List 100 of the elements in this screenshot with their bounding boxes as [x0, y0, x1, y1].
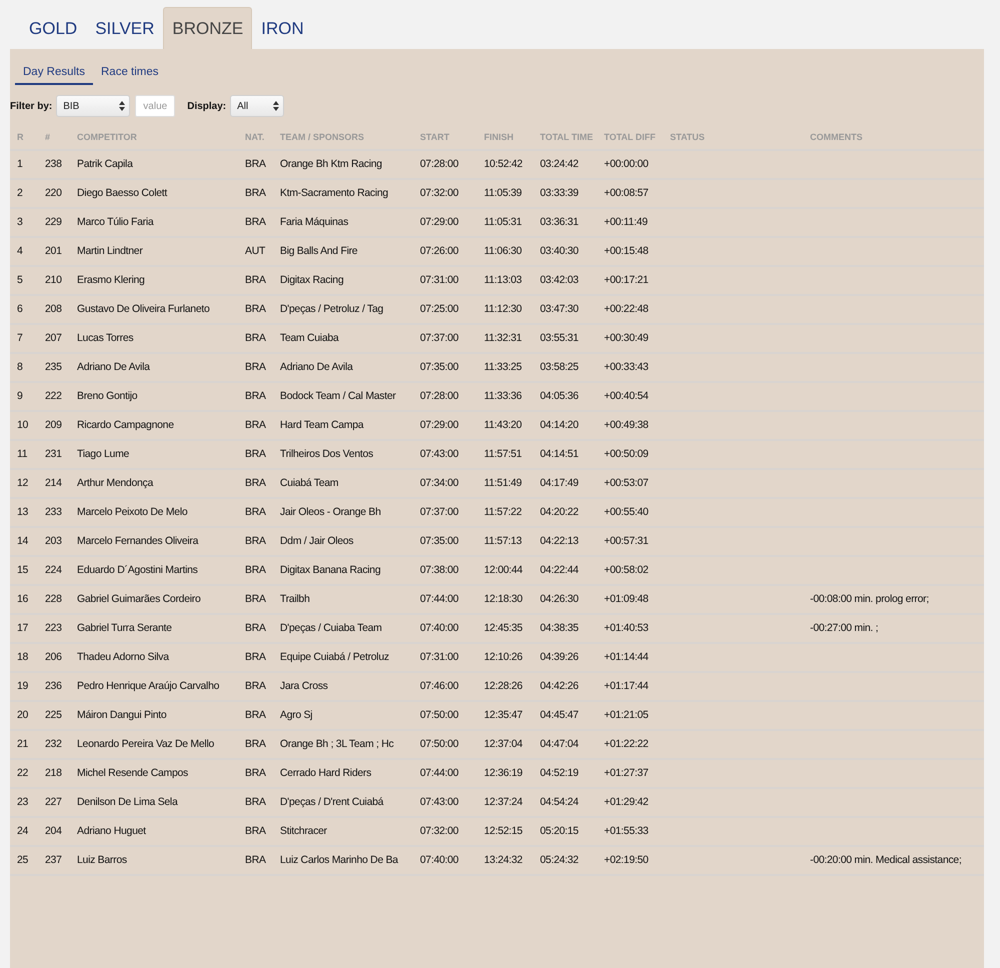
table-cell: BRA	[238, 324, 273, 353]
table-cell: 14	[10, 527, 38, 556]
table-cell: 223	[38, 614, 70, 643]
table-cell: 224	[38, 556, 70, 585]
table-cell: Digitax Banana Racing	[273, 556, 413, 585]
table-cell: +00:57:31	[597, 527, 663, 556]
table-cell: +00:49:38	[597, 411, 663, 440]
table-cell: 04:38:35	[533, 614, 597, 643]
table-cell: Adriano De Avila	[273, 353, 413, 382]
table-cell: Tiago Lume	[70, 440, 238, 469]
table-cell: BRA	[238, 759, 273, 788]
table-cell: 2	[10, 179, 38, 208]
table-cell: 04:47:04	[533, 730, 597, 759]
column-header: TOTAL TIME	[533, 126, 597, 150]
table-cell: +01:29:42	[597, 788, 663, 817]
table-cell: 24	[10, 817, 38, 846]
table-cell: Jair Oleos - Orange Bh	[273, 498, 413, 527]
table-cell: +00:17:21	[597, 266, 663, 295]
results-tab[interactable]: Day Results	[15, 62, 93, 85]
table-cell: Bodock Team / Cal Master	[273, 382, 413, 411]
table-cell: 03:36:31	[533, 208, 597, 237]
table-cell: 18	[10, 643, 38, 672]
category-tab[interactable]: SILVER	[86, 7, 164, 49]
table-cell: +00:08:57	[597, 179, 663, 208]
column-header: TOTAL DIFF	[597, 126, 663, 150]
column-header: #	[38, 126, 70, 150]
table-cell: BRA	[238, 701, 273, 730]
table-cell: 6	[10, 295, 38, 324]
table-cell: BRA	[238, 150, 273, 179]
table-cell: +01:55:33	[597, 817, 663, 846]
table-cell: 229	[38, 208, 70, 237]
table-cell: +00:40:54	[597, 382, 663, 411]
category-tab[interactable]: IRON	[252, 7, 313, 49]
table-cell: 19	[10, 672, 38, 701]
table-cell: +00:11:49	[597, 208, 663, 237]
table-cell: 03:47:30	[533, 295, 597, 324]
table-cell: 04:22:13	[533, 527, 597, 556]
table-cell: +01:17:44	[597, 672, 663, 701]
table-cell: 13	[10, 498, 38, 527]
table-cell: Adriano Huguet	[70, 817, 238, 846]
sort-arrows-icon	[119, 101, 126, 111]
table-cell: 03:42:03	[533, 266, 597, 295]
table-cell: BRA	[238, 556, 273, 585]
table-cell: 04:39:26	[533, 643, 597, 672]
table-cell: Cuiabá Team	[273, 469, 413, 498]
table-cell: 03:33:39	[533, 179, 597, 208]
table-cell: BRA	[238, 411, 273, 440]
table-cell: D'peças / Petroluz / Tag	[273, 295, 413, 324]
results-tab[interactable]: Race times	[93, 62, 167, 85]
table-cell: 07:46:00	[413, 672, 477, 701]
table-cell: Luiz Barros	[70, 846, 238, 875]
table-cell: 10	[10, 411, 38, 440]
table-cell: BRA	[238, 672, 273, 701]
table-cell: 23	[10, 788, 38, 817]
category-tab[interactable]: BRONZE	[163, 7, 252, 49]
table-cell: 17	[10, 614, 38, 643]
table-cell: 5	[10, 266, 38, 295]
table-cell: Diego Baesso Colett	[70, 179, 238, 208]
table-cell: 16	[10, 585, 38, 614]
table-cell: 03:58:25	[533, 353, 597, 382]
table-cell: 05:20:15	[533, 817, 597, 846]
category-tab[interactable]: GOLD	[20, 7, 86, 49]
table-cell: Eduardo D´Agostini Martins	[70, 556, 238, 585]
table-cell: 206	[38, 643, 70, 672]
table-cell: Equipe Cuiabá / Petroluz	[273, 643, 413, 672]
table-cell: 07:29:00	[413, 208, 477, 237]
table-cell: 12:35:47	[477, 701, 533, 730]
table-cell: 07:31:00	[413, 266, 477, 295]
table-cell: +02:19:50	[597, 846, 663, 875]
dropdown[interactable]: BIB	[56, 95, 130, 117]
table-cell: Thadeu Adorno Silva	[70, 643, 238, 672]
table-cell: 231	[38, 440, 70, 469]
table-cell: 8	[10, 353, 38, 382]
table-cell: 07:25:00	[413, 295, 477, 324]
table-cell: +01:22:22	[597, 730, 663, 759]
table-cell: BRA	[238, 788, 273, 817]
table-cell: 233	[38, 498, 70, 527]
table-cell: 22	[10, 759, 38, 788]
table-cell: 9	[10, 382, 38, 411]
table-cell: -00:27:00 min. ;	[803, 614, 984, 643]
table-cell: 12:36:19	[477, 759, 533, 788]
value-field[interactable]: value	[135, 95, 176, 117]
table-cell: 04:17:49	[533, 469, 597, 498]
table-cell: 04:45:47	[533, 701, 597, 730]
column-header: START	[413, 126, 477, 150]
table-cell: BRA	[238, 295, 273, 324]
table-cell: 214	[38, 469, 70, 498]
table-cell: 05:24:32	[533, 846, 597, 875]
table-cell: 220	[38, 179, 70, 208]
table-cell: +00:55:40	[597, 498, 663, 527]
table-cell: 11:57:51	[477, 440, 533, 469]
table-cell: 07:44:00	[413, 585, 477, 614]
sort-arrows-icon	[273, 101, 280, 111]
table-cell: 04:14:51	[533, 440, 597, 469]
table-cell: Leonardo Pereira Vaz De Mello	[70, 730, 238, 759]
column-header: FINISH	[477, 126, 533, 150]
table-cell: Patrik Capila	[70, 150, 238, 179]
table-cell: 07:37:00	[413, 324, 477, 353]
dropdown[interactable]: All	[230, 95, 284, 117]
table-cell: BRA	[238, 440, 273, 469]
